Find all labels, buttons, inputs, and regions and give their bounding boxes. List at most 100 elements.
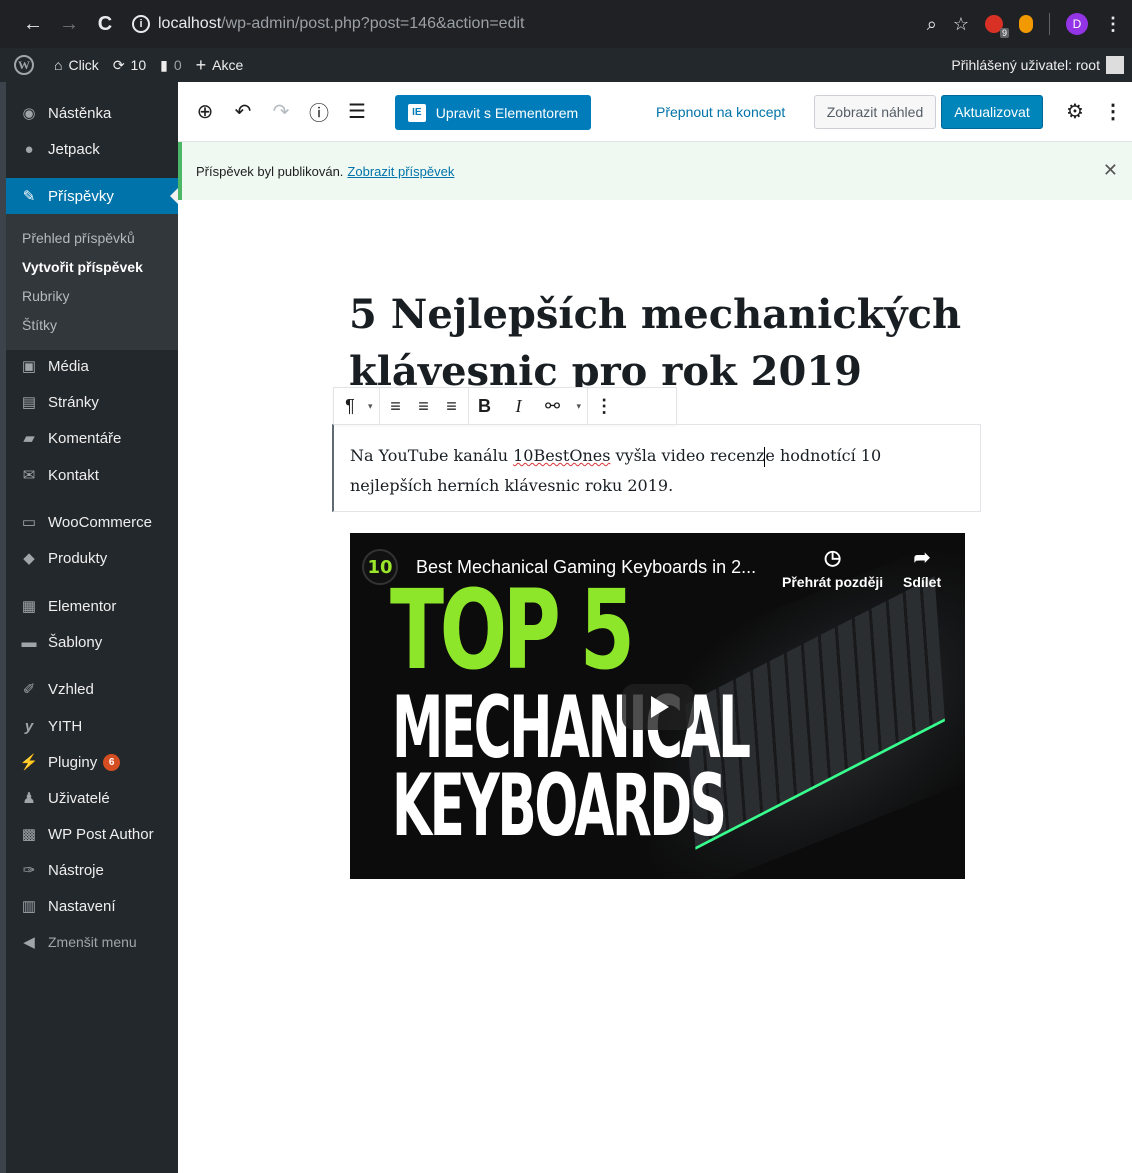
comments-link[interactable]: ▮ 0 (160, 57, 182, 74)
italic-icon[interactable]: I (509, 394, 529, 418)
add-block-icon[interactable]: ⊕ (190, 96, 220, 126)
sidebar-item-pages[interactable]: ▤ Stránky (6, 384, 178, 420)
zoom-icon[interactable]: ⌕ (927, 14, 937, 35)
comments-icon: ▰ (23, 430, 35, 447)
settings-gear-icon[interactable]: ⚙ (1060, 96, 1090, 126)
submenu-tags[interactable]: Štítky (22, 317, 57, 333)
bookmark-star-icon[interactable]: ☆ (953, 14, 969, 35)
channel-avatar[interactable]: 10 (362, 549, 398, 585)
sidebar-item-label: Jetpack (48, 140, 100, 158)
share-button[interactable]: ➦ Sdílet (903, 545, 941, 590)
share-arrow-icon: ➦ (913, 547, 931, 569)
sidebar-item-dashboard[interactable]: ◉ Nástěnka (6, 95, 178, 131)
sidebar-item-elementor[interactable]: ▦ Elementor (6, 588, 178, 624)
profile-avatar[interactable]: D (1066, 13, 1088, 35)
sidebar-item-jetpack[interactable]: ● Jetpack (6, 131, 178, 167)
submenu-new-post[interactable]: Vytvořit příspěvek (22, 259, 143, 275)
link-icon[interactable]: ⚯ (543, 394, 563, 418)
bold-icon[interactable]: B (475, 394, 495, 418)
home-icon: ⌂ (54, 57, 63, 73)
site-info-icon[interactable]: i (132, 15, 150, 33)
pages-icon: ▤ (21, 394, 37, 411)
preview-button[interactable]: Zobrazit náhled (814, 95, 936, 129)
update-button[interactable]: Aktualizovat (941, 95, 1043, 129)
block-more-options-icon[interactable]: ⋮ (594, 394, 614, 418)
chevron-down-icon[interactable]: ▾ (368, 401, 373, 412)
sidebar-item-products[interactable]: ◆ Produkty (6, 540, 178, 576)
sidebar-item-appearance[interactable]: ✐ Vzhled (6, 671, 178, 707)
user-avatar (1106, 56, 1124, 74)
sidebar-item-wp-post-author[interactable]: ▩ WP Post Author (6, 816, 178, 852)
sidebar-item-media[interactable]: ▣ Média (6, 348, 178, 384)
back-icon[interactable]: ← (18, 13, 48, 36)
more-formats-icon[interactable]: ▾ (577, 401, 582, 412)
edit-with-elementor-button[interactable]: IE Upravit s Elementorem (395, 95, 591, 130)
browser-menu-icon[interactable]: ⋮ (1104, 14, 1122, 35)
settings-icon: ▥ (21, 898, 37, 915)
wrench-icon: ✑ (22, 862, 36, 879)
info-icon[interactable]: ⓘ (304, 96, 334, 126)
collapse-menu-button[interactable]: ◀ Zmenšit menu (6, 924, 178, 960)
new-content-link[interactable]: + Akce (196, 55, 244, 76)
pin-icon: ✎ (22, 188, 36, 205)
more-options-icon[interactable]: ⋮ (1098, 96, 1128, 126)
block-navigation-icon[interactable]: ☰ (342, 96, 372, 126)
extension-icon[interactable]: 9 (985, 15, 1009, 38)
yith-icon: y (24, 717, 34, 735)
redo-icon[interactable]: ↷ (266, 96, 296, 126)
sidebar-item-tools[interactable]: ✑ Nástroje (6, 852, 178, 888)
wp-admin-bar: W ⌂ Click ⟳ 10 ▮ 0 + Akce Přihlášený uži… (0, 48, 1132, 82)
sidebar-item-label: Média (48, 357, 89, 375)
submenu-all-posts[interactable]: Přehled příspěvků (22, 230, 135, 246)
browser-toolbar: ← → C i localhost/wp-admin/post.php?post… (0, 0, 1132, 48)
wp-logo-icon[interactable]: W (14, 55, 34, 75)
sidebar-item-comments[interactable]: ▰ Komentáře (6, 420, 178, 456)
play-button[interactable] (622, 684, 694, 730)
comments-count: 0 (173, 57, 182, 73)
site-name-link[interactable]: ⌂ Click (54, 57, 99, 73)
watch-later-button[interactable]: ◷ Přehrát později (782, 545, 883, 590)
forward-icon[interactable]: → (54, 13, 84, 36)
notice-text: Příspěvek byl publikován. (196, 163, 344, 179)
watch-later-label: Přehrát později (782, 574, 884, 590)
updates-link[interactable]: ⟳ 10 (113, 57, 146, 74)
sidebar-item-posts[interactable]: ✎ Příspěvky (6, 178, 178, 214)
posts-submenu: Přehled příspěvků Vytvořit příspěvek Rub… (6, 214, 178, 350)
view-post-link[interactable]: Zobrazit příspěvek (347, 164, 454, 179)
close-icon[interactable]: ✕ (1103, 160, 1118, 181)
app-window: ← → C i localhost/wp-admin/post.php?post… (0, 0, 1132, 1173)
align-left-icon[interactable]: ≡ (386, 394, 406, 418)
sidebar-item-templates[interactable]: ▬ Šablony (6, 624, 178, 660)
dashboard-icon: ◉ (22, 105, 36, 122)
new-content-label: Akce (212, 57, 244, 73)
sidebar-item-plugins[interactable]: ⚡ Pluginy 6 (6, 744, 178, 780)
submenu-categories[interactable]: Rubriky (22, 288, 69, 304)
account-menu[interactable]: Přihlášený uživatel: root (951, 48, 1124, 82)
sidebar-item-settings[interactable]: ▥ Nastavení (6, 888, 178, 924)
sidebar-item-label: Kontakt (48, 466, 99, 484)
sidebar-item-users[interactable]: ♟ Uživatelé (6, 780, 178, 816)
youtube-embed[interactable]: TOP 5 MECHANICAL KEYBOARDS 10 Best Mecha… (350, 533, 965, 879)
users-icon: ♟ (22, 790, 36, 807)
address-bar[interactable]: i localhost/wp-admin/post.php?post=146&a… (132, 15, 524, 33)
undo-icon[interactable]: ↶ (228, 96, 258, 126)
post-title[interactable]: 5 Nejlepších mechanických klávesnic pro … (349, 286, 969, 400)
elementor-icon: IE (407, 103, 426, 122)
paragraph-text: vyšla video recenz (610, 446, 765, 465)
paragraph-block[interactable]: Na YouTube kanálu 10BestOnes vyšla video… (332, 424, 981, 512)
sidebar-item-label: WooCommerce (48, 513, 152, 531)
site-name: Click (68, 57, 99, 73)
extension-icon-2[interactable] (1019, 15, 1033, 33)
sidebar-item-woocommerce[interactable]: ▭ WooCommerce (6, 504, 178, 540)
sidebar-item-label: Nástroje (48, 861, 104, 879)
sidebar-item-label: WP Post Author (48, 825, 154, 843)
switch-to-draft-link[interactable]: Přepnout na koncept (656, 104, 785, 120)
folder-icon: ▬ (21, 633, 37, 651)
video-title[interactable]: Best Mechanical Gaming Keyboards in 2... (416, 557, 756, 578)
reload-icon[interactable]: C (90, 13, 120, 36)
align-right-icon[interactable]: ≡ (442, 394, 462, 418)
align-center-icon[interactable]: ≡ (414, 394, 434, 418)
paragraph-icon[interactable]: ¶ (340, 394, 360, 418)
sidebar-item-yith[interactable]: y YITH (6, 708, 178, 744)
sidebar-item-contact[interactable]: ✉ Kontakt (6, 457, 178, 493)
